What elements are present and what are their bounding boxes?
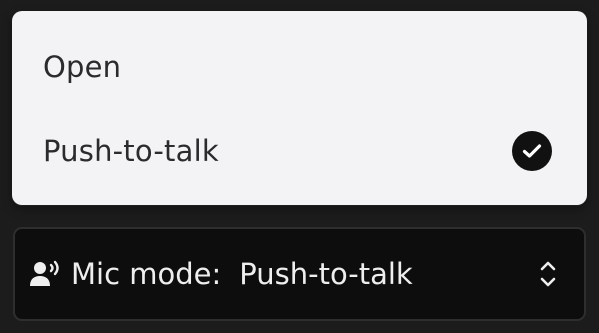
menu-option-label: Open <box>43 50 122 84</box>
menu-option-push-to-talk[interactable]: Push-to-talk <box>12 109 587 193</box>
select-current-value: Push-to-talk <box>239 257 413 291</box>
select-prefix-label: Mic mode: <box>71 257 222 291</box>
chevron-up-down-icon <box>538 258 558 290</box>
mic-mode-dropdown-menu: Open Push-to-talk <box>12 11 587 205</box>
menu-option-label: Push-to-talk <box>43 134 219 168</box>
checkmark-circle-icon <box>512 131 552 171</box>
mic-mode-picker: Open Push-to-talk Mic mode: Push-to-talk <box>0 0 599 333</box>
menu-option-open[interactable]: Open <box>12 25 587 109</box>
speaking-person-icon <box>29 259 63 289</box>
mic-mode-select[interactable]: Mic mode: Push-to-talk <box>13 227 586 321</box>
